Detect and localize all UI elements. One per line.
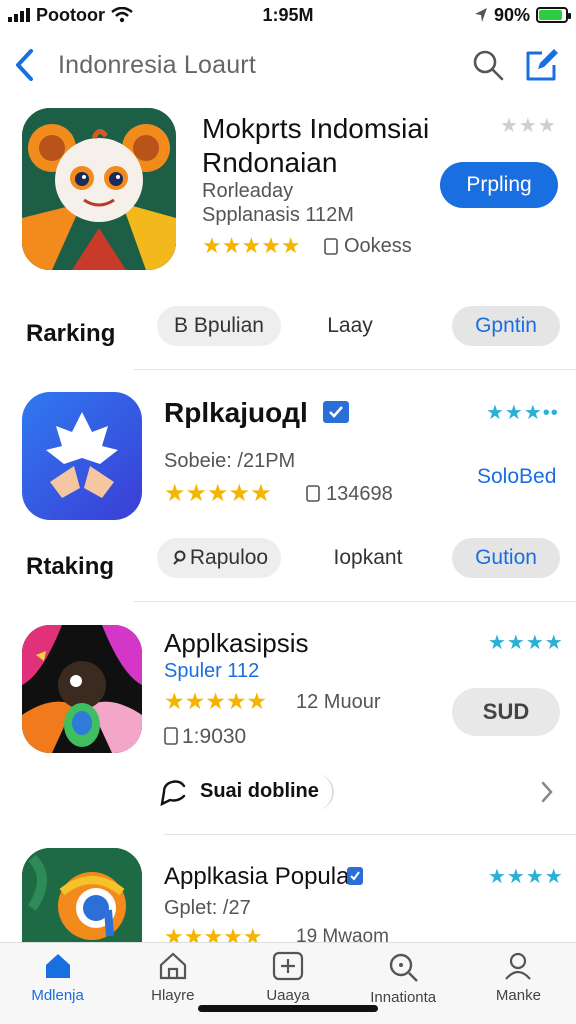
add-square-icon xyxy=(272,951,304,981)
app-3-name: Applkasipsis xyxy=(164,628,309,658)
ranking-chip-1a[interactable]: B Bpulian xyxy=(157,306,281,346)
featured-app-reviews: Ookess xyxy=(344,235,412,257)
search-icon xyxy=(390,953,419,982)
app-2-subtitle: Sobeie: /21PM xyxy=(164,450,296,472)
tab-browse-label: Hlayre xyxy=(151,987,195,1004)
app-3-size: 1:9030 xyxy=(182,725,247,748)
app-3-subtitle: Spuler 112 xyxy=(164,660,260,682)
verified-badge-icon xyxy=(323,401,349,423)
review-box-icon-2 xyxy=(306,485,320,502)
sub-link-arc xyxy=(310,774,334,810)
featured-app-size: Spplanasis 112M xyxy=(202,204,354,226)
wifi-icon xyxy=(111,7,133,23)
ranking-chip-2b[interactable]: Iopkant xyxy=(318,538,418,578)
tab-search-label: Innationta xyxy=(370,989,437,1006)
battery-percent: 90% xyxy=(493,4,530,25)
status-left: Pootoor xyxy=(8,5,208,26)
app-3-get-button[interactable]: SUD xyxy=(452,688,560,736)
battery-icon xyxy=(536,7,571,23)
app-2-icon xyxy=(22,392,142,520)
ranking-chip-2a[interactable]: Rapuloo xyxy=(157,538,281,578)
app-3-icon xyxy=(22,625,142,753)
location-icon xyxy=(474,8,487,22)
house-outline-icon xyxy=(159,952,186,980)
featured-app-name-line2: Rndonaian xyxy=(202,147,338,178)
compose-button[interactable] xyxy=(522,45,562,85)
app-3-stars: ★★★★★ xyxy=(164,688,268,714)
chevron-right-icon xyxy=(541,781,553,803)
status-right: 90% xyxy=(368,4,571,26)
browser-swirl-icon xyxy=(22,848,142,948)
featured-app-name-line1: Mokprts Indomsiai xyxy=(202,113,430,144)
ranking-chip-1c[interactable]: Gpntin xyxy=(452,306,560,346)
verified-badge-icon-2 xyxy=(347,867,363,885)
featured-app-stars: ★★★★★ xyxy=(202,233,301,258)
review-box-icon xyxy=(324,238,338,255)
status-bar: Pootoor 1:95M 90% xyxy=(0,0,576,30)
divider-1 xyxy=(134,369,576,370)
app-2-mini-rating: ★★★•• xyxy=(486,402,559,424)
ranking-label-2: Rtaking xyxy=(26,553,115,580)
status-time: 1:95M xyxy=(262,4,314,25)
carrier-name: Pootoor xyxy=(36,4,105,25)
tab-home[interactable]: Mdlenja xyxy=(0,943,115,1024)
app-4-subtitle: Gplet: /27 xyxy=(164,897,251,919)
signal-icon xyxy=(8,8,30,22)
ranking-chip-2c[interactable]: Gution xyxy=(452,538,560,578)
chevron-left-icon xyxy=(16,49,33,81)
app-2-stars: ★★★★★ xyxy=(164,480,272,507)
tab-add-label: Uaaya xyxy=(266,987,310,1004)
compose-icon xyxy=(526,49,558,81)
app-2-reviews: 134698 xyxy=(326,483,393,505)
doc-icon xyxy=(164,727,178,745)
app-4-mini-rating: ★★★★ xyxy=(488,866,564,888)
tab-profile-label: Manke xyxy=(495,987,541,1004)
sub-link-row[interactable]: Suai dobline xyxy=(160,770,560,814)
page-title: Indonresia Loaurt xyxy=(58,50,256,79)
colorful-butterfly-icon xyxy=(22,625,142,753)
ranking-chip-1b[interactable]: Laay xyxy=(302,306,398,346)
sub-link-label: Suai dobline xyxy=(200,780,319,802)
app-4-icon xyxy=(22,848,142,948)
pin-icon xyxy=(173,550,186,565)
nav-header: Indonresia Loaurt xyxy=(0,38,576,92)
featured-get-button[interactable]: Prpling xyxy=(440,162,558,208)
app-2-action[interactable]: SoloBed xyxy=(477,465,556,489)
back-button[interactable] xyxy=(14,45,44,85)
monkey-mascot-icon xyxy=(22,108,176,270)
app-2-name: Rplkajuoдl xyxy=(164,397,308,428)
search-icon xyxy=(473,50,504,81)
divider-2 xyxy=(134,601,576,602)
tab-home-label: Mdlenja xyxy=(31,987,84,1004)
featured-mini-rating: ★★★ xyxy=(500,115,557,137)
divider-3 xyxy=(164,834,576,835)
tab-profile[interactable]: Manke xyxy=(461,943,576,1024)
app-3-reviews: 12 Muour xyxy=(296,691,381,713)
app-4-name: Applkasia Popular xyxy=(164,863,358,890)
chat-bubble-icon xyxy=(160,780,186,806)
ranking-chip-2a-label: Rapuloo xyxy=(189,546,269,569)
ranking-label-1: Rarking xyxy=(26,320,116,347)
profile-icon xyxy=(505,952,532,980)
home-indicator xyxy=(198,1005,378,1012)
search-button[interactable] xyxy=(468,45,508,85)
leaf-hands-icon xyxy=(46,412,118,498)
app-3-mini-rating: ★★★★ xyxy=(488,632,564,654)
featured-app-subtitle: Rorleaday xyxy=(202,180,294,202)
featured-app-icon xyxy=(22,108,176,270)
home-icon xyxy=(45,954,70,978)
